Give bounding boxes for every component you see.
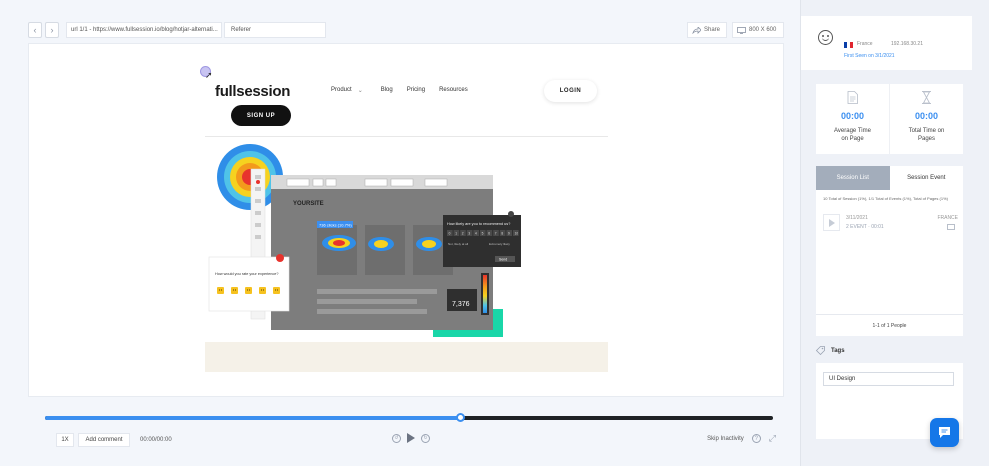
site-menu: Product ⌄ Blog Pricing Resources bbox=[331, 87, 482, 94]
replay-viewport: ➚ fullsession Product ⌄ Blog Pricing Res… bbox=[28, 43, 784, 397]
play-controls: ↺ ↻ bbox=[392, 433, 430, 443]
pagination-info: 1-1 of 1 People bbox=[816, 314, 963, 336]
france-flag-icon bbox=[844, 42, 853, 48]
nps-score-label: 9 bbox=[508, 232, 510, 236]
sessions-card: Session List Session Event 10 Total of S… bbox=[816, 166, 963, 336]
nps-send-button: Send bbox=[499, 258, 507, 262]
survey-question: How would you rate your experience? bbox=[215, 272, 279, 276]
progress-handle[interactable] bbox=[455, 413, 465, 422]
fullscreen-icon[interactable]: ⤢ bbox=[769, 433, 776, 444]
share-label: Share bbox=[704, 27, 721, 33]
chevron-left-icon: ‹ bbox=[33, 25, 37, 35]
first-seen-link[interactable]: First Seen on 3/1/2021 bbox=[844, 53, 895, 59]
menu-item-resources[interactable]: Resources bbox=[439, 87, 468, 94]
next-page-button[interactable]: › bbox=[45, 22, 59, 38]
menu-item-blog[interactable]: Blog bbox=[381, 87, 393, 94]
nps-high-label: Extremely likely bbox=[489, 242, 510, 246]
help-icon[interactable]: ? bbox=[751, 434, 761, 443]
skip-inactivity-toggle[interactable]: Skip Inactivity bbox=[707, 436, 744, 442]
prev-page-button[interactable]: ‹ bbox=[28, 22, 42, 38]
toolbar-actions: Share 800 X 600 bbox=[682, 22, 784, 38]
session-tabs: Session List Session Event bbox=[816, 166, 963, 190]
nps-score-label: 3 bbox=[468, 232, 470, 236]
chat-icon bbox=[939, 427, 950, 438]
session-row[interactable]: 3/11/2021 2 EVENT · 00:01 FRANCE bbox=[823, 210, 958, 236]
tags-header: Tags bbox=[816, 346, 845, 355]
average-time-label: Average Time on Page bbox=[834, 128, 871, 142]
nps-score-label: 10 bbox=[515, 232, 519, 236]
nps-score-label: 0 bbox=[449, 232, 451, 236]
login-button[interactable]: LOGIN bbox=[544, 80, 597, 102]
total-time-label: Total Time on Pages bbox=[908, 128, 945, 142]
playback-controls: 1X Add comment 00:00/00:00 ↺ ↻ Skip Inac… bbox=[56, 432, 776, 448]
recorded-website: fullsession Product ⌄ Blog Pricing Resou… bbox=[205, 66, 608, 372]
speed-button[interactable]: 1X bbox=[56, 433, 74, 447]
add-comment-button[interactable]: Add comment bbox=[78, 433, 130, 447]
play-session-icon[interactable] bbox=[823, 214, 840, 231]
nps-score-label: 7 bbox=[495, 232, 497, 236]
viewport-size-label: 800 X 600 bbox=[749, 27, 777, 33]
timecode: 00:00/00:00 bbox=[140, 437, 172, 443]
share-button[interactable]: Share bbox=[687, 22, 727, 38]
desktop-icon bbox=[947, 224, 955, 230]
nps-score-label: 4 bbox=[475, 232, 477, 236]
menu-item-product[interactable]: Product bbox=[331, 87, 352, 94]
nps-score-label: 8 bbox=[501, 232, 503, 236]
visitor-avatar-icon bbox=[818, 30, 833, 45]
chat-button[interactable] bbox=[930, 418, 959, 447]
nps-score-label: 6 bbox=[488, 232, 490, 236]
visitor-card: France 192.168.30.21 First Seen on 3/1/2… bbox=[801, 16, 972, 70]
average-time-value: 00:00 bbox=[840, 111, 865, 121]
session-events: 2 EVENT · 00:01 bbox=[846, 224, 884, 230]
nps-question: How likely are you to recommend us? bbox=[447, 222, 510, 226]
monitor-icon bbox=[737, 26, 746, 34]
forward-icon[interactable]: ↻ bbox=[421, 433, 430, 443]
menu-item-pricing[interactable]: Pricing bbox=[407, 87, 425, 94]
chevron-down-icon: ⌄ bbox=[357, 88, 363, 94]
session-date: 3/11/2021 bbox=[846, 215, 868, 221]
viewport-size-button[interactable]: 800 X 600 bbox=[732, 22, 784, 38]
skip-controls: Skip Inactivity ? ⤢ bbox=[707, 433, 776, 444]
tag-input[interactable]: UI Design bbox=[823, 372, 954, 386]
rewind-icon[interactable]: ↺ bbox=[392, 433, 401, 443]
counter-value: 7,376 bbox=[452, 301, 470, 308]
nps-score-label: 2 bbox=[462, 232, 464, 236]
tab-session-list[interactable]: Session List bbox=[816, 166, 890, 190]
heatmap-site-logo: YOURSITE bbox=[293, 201, 324, 207]
session-side-panel: France 192.168.30.21 First Seen on 3/1/2… bbox=[800, 0, 989, 466]
nps-score-label: 5 bbox=[482, 232, 484, 236]
document-icon bbox=[847, 91, 858, 104]
play-icon[interactable] bbox=[407, 433, 415, 443]
visitor-ip: 192.168.30.21 bbox=[891, 41, 923, 47]
chevron-right-icon: › bbox=[50, 25, 54, 35]
tags-title: Tags bbox=[831, 347, 845, 354]
session-summary: 10 Total of Session (1%), 1/1 Total of E… bbox=[823, 196, 948, 201]
hero-illustration: YOURSITE 736 clicks (10.7%) How likely a… bbox=[208, 144, 521, 337]
stat-average-time: 00:00 Average Time on Page bbox=[816, 84, 889, 154]
page-footer-band bbox=[205, 342, 608, 372]
share-icon bbox=[692, 26, 701, 34]
stat-total-time: 00:00 Total Time on Pages bbox=[889, 84, 963, 154]
session-country: FRANCE bbox=[937, 215, 958, 221]
site-logo: fullsession bbox=[215, 83, 291, 100]
time-stats: 00:00 Average Time on Page 00:00 Total T… bbox=[816, 84, 963, 154]
signup-button[interactable]: SIGN UP bbox=[231, 105, 291, 126]
url-field[interactable]: url 1/1 - https://www.fullsession.io/blo… bbox=[66, 22, 222, 38]
visitor-country: France bbox=[857, 41, 873, 47]
hourglass-icon bbox=[922, 91, 931, 104]
session-replay-app: ‹ › url 1/1 - https://www.fullsession.io… bbox=[0, 0, 989, 466]
tab-session-event[interactable]: Session Event bbox=[889, 166, 963, 190]
divider bbox=[205, 136, 608, 137]
total-time-value: 00:00 bbox=[914, 111, 939, 121]
tag-icon bbox=[816, 346, 825, 355]
playback-progress-bar[interactable] bbox=[45, 413, 773, 422]
referer-field[interactable]: Referer bbox=[224, 22, 326, 38]
player-toolbar: ‹ › url 1/1 - https://www.fullsession.io… bbox=[28, 20, 784, 40]
nps-score-label: 1 bbox=[455, 232, 457, 236]
nps-low-label: Not, likely at all bbox=[448, 242, 469, 246]
click-count-label: 736 clicks (10.7%) bbox=[319, 223, 352, 228]
player-area: ‹ › url 1/1 - https://www.fullsession.io… bbox=[0, 0, 800, 466]
progress-fill bbox=[45, 416, 460, 420]
